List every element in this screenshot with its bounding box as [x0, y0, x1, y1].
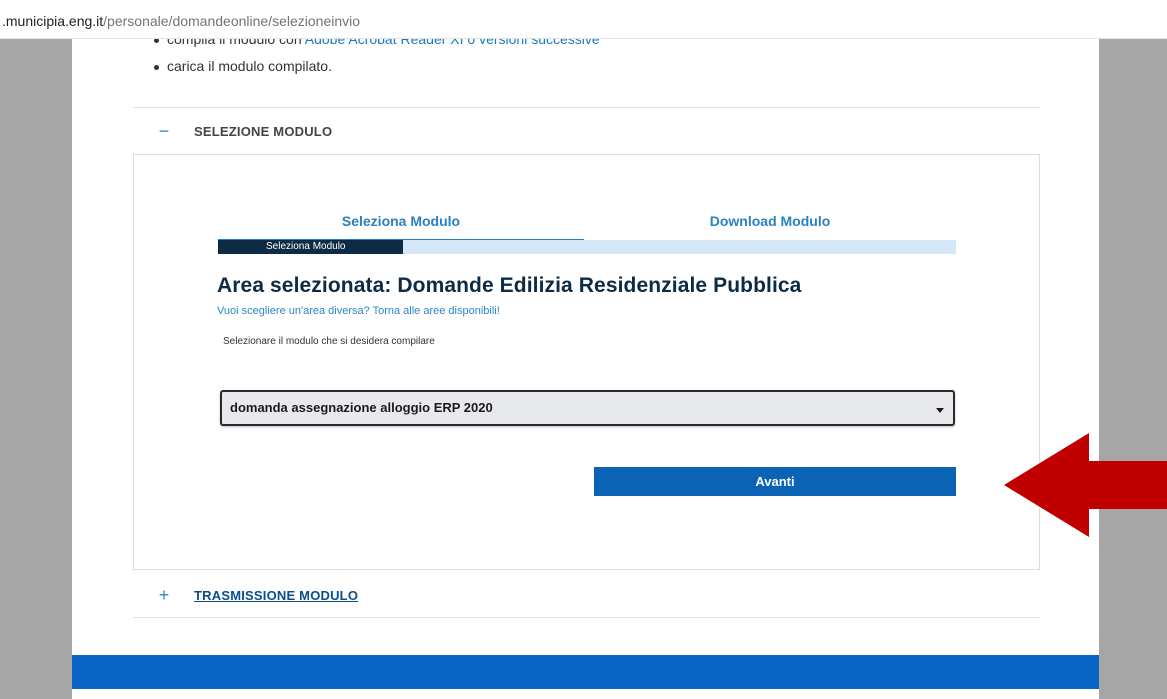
change-area-link[interactable]: Vuoi scegliere un'area diversa? Torna al…: [217, 305, 500, 317]
accordion-selezione-title[interactable]: SELEZIONE MODULO: [194, 124, 332, 139]
url-host: .municipia.eng.it: [2, 13, 104, 29]
tab-download-modulo[interactable]: Download Modulo: [584, 212, 956, 240]
wizard-progress-fill: Seleziona Modulo: [218, 240, 403, 254]
bullet-dot-icon: [154, 39, 159, 43]
tab-seleziona-modulo[interactable]: Seleziona Modulo: [218, 212, 584, 240]
section-divider: [133, 617, 1040, 618]
modulo-select[interactable]: domanda assegnazione alloggio ERP 2020: [220, 390, 955, 426]
select-instruction-label: Selezionare il modulo che si desidera co…: [223, 336, 435, 347]
red-arrow-shape: [1004, 433, 1167, 537]
url-text[interactable]: .municipia.eng.it/personale/domandeonlin…: [2, 13, 360, 29]
selezione-modulo-panel: Seleziona Modulo Download Modulo Selezio…: [133, 154, 1040, 570]
acrobat-reader-link[interactable]: Adobe Acrobat Reader XI o versioni succe…: [305, 39, 600, 47]
url-path: /personale/domandeonline/selezioneinvio: [103, 13, 361, 29]
area-title: Area selezionata: Domande Edilizia Resid…: [217, 274, 802, 297]
page-content: compila il modulo con Adobe Acrobat Read…: [72, 39, 1099, 699]
modulo-select-value: domanda assegnazione alloggio ERP 2020: [230, 400, 493, 415]
browser-url-bar[interactable]: .municipia.eng.it/personale/domandeonlin…: [0, 0, 1167, 39]
red-arrow-icon: [1004, 433, 1167, 537]
intro-list-item: carica il modulo compilato.: [154, 58, 332, 74]
intro-list-item: compila il modulo con Adobe Acrobat Read…: [154, 39, 600, 47]
accordion-selezione-header[interactable]: − SELEZIONE MODULO: [158, 121, 332, 141]
collapse-minus-icon[interactable]: −: [158, 122, 170, 140]
dropdown-caret-icon[interactable]: [936, 408, 944, 413]
footer-lower: [72, 689, 1099, 699]
bullet-dot-icon: [154, 64, 159, 70]
accordion-trasmissione-title[interactable]: TRASMISSIONE MODULO: [194, 588, 358, 603]
expand-plus-icon[interactable]: +: [158, 586, 170, 604]
accordion-trasmissione-header[interactable]: + TRASMISSIONE MODULO: [158, 585, 358, 605]
section-divider: [133, 107, 1040, 108]
avanti-button[interactable]: Avanti: [594, 467, 956, 496]
footer-bar: [72, 655, 1099, 689]
wizard-progress-bar: Seleziona Modulo: [218, 240, 956, 254]
intro-item-text: compila il modulo con: [167, 39, 305, 47]
intro-item-text: carica il modulo compilato.: [167, 58, 332, 74]
